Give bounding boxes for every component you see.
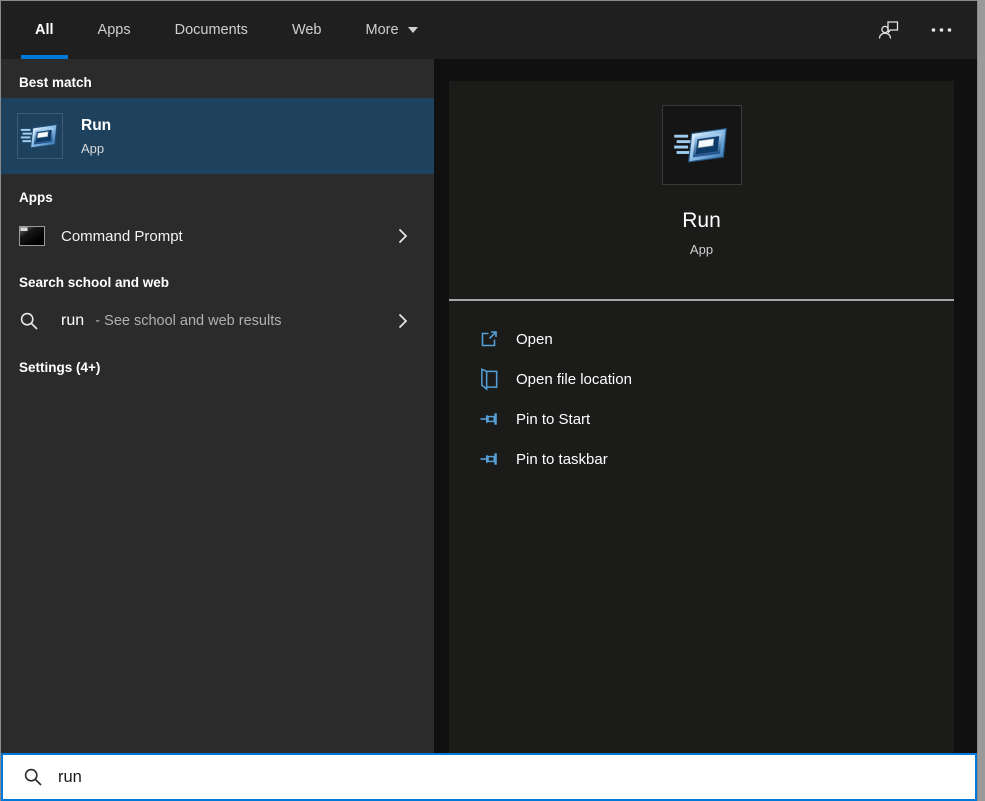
action-label: Pin to Start bbox=[516, 411, 590, 428]
open-file-location-icon bbox=[479, 367, 501, 391]
action-label: Open file location bbox=[516, 371, 632, 388]
best-match-text: Run App bbox=[81, 117, 111, 156]
section-best-match: Best match bbox=[1, 75, 434, 90]
preview-divider bbox=[449, 299, 954, 301]
search-icon bbox=[19, 311, 45, 331]
results-panel: Best match Run App Apps Command Prompt bbox=[1, 59, 434, 753]
action-pin-to-start[interactable]: Pin to Start bbox=[449, 399, 954, 439]
result-command-prompt[interactable]: Command Prompt bbox=[1, 213, 434, 259]
pin-icon bbox=[479, 408, 501, 430]
open-icon bbox=[479, 329, 501, 349]
tab-documents-label: Documents bbox=[175, 22, 248, 38]
best-match-title: Run bbox=[81, 117, 111, 135]
preview-icon-box bbox=[662, 105, 742, 185]
chevron-right-icon[interactable] bbox=[398, 313, 408, 329]
tab-apps-label: Apps bbox=[98, 22, 131, 38]
result-web-search[interactable]: run - See school and web results bbox=[1, 298, 434, 344]
preview-title: Run bbox=[449, 209, 954, 233]
run-icon bbox=[673, 116, 731, 174]
tab-documents[interactable]: Documents bbox=[161, 1, 262, 59]
run-icon bbox=[20, 116, 60, 156]
web-search-query: run bbox=[61, 312, 84, 329]
ellipsis-icon[interactable] bbox=[930, 27, 953, 33]
feedback-icon[interactable] bbox=[878, 19, 900, 41]
result-label: Command Prompt bbox=[61, 228, 398, 245]
best-match-type: App bbox=[81, 141, 111, 156]
best-match-result-run[interactable]: Run App bbox=[1, 98, 434, 174]
web-search-label: run - See school and web results bbox=[61, 312, 398, 330]
action-label: Open bbox=[516, 331, 553, 348]
action-open-file-location[interactable]: Open file location bbox=[449, 359, 954, 399]
caret-down-icon bbox=[408, 27, 418, 33]
active-tab-underline bbox=[21, 55, 68, 59]
tab-all[interactable]: All bbox=[21, 1, 68, 59]
section-settings: Settings (4+) bbox=[1, 360, 434, 375]
tab-web[interactable]: Web bbox=[278, 1, 336, 59]
tab-web-label: Web bbox=[292, 22, 322, 38]
search-filter-tabs: All Apps Documents Web More bbox=[1, 1, 977, 59]
action-open[interactable]: Open bbox=[449, 319, 954, 359]
tab-more-label: More bbox=[366, 22, 399, 38]
preview-card: Run App Open Open file location bbox=[449, 81, 954, 753]
tab-all-label: All bbox=[35, 22, 54, 38]
command-prompt-icon bbox=[19, 226, 45, 246]
run-icon-box bbox=[17, 113, 63, 159]
search-results-area: Best match Run App Apps Command Prompt bbox=[1, 59, 977, 753]
section-apps: Apps bbox=[1, 190, 434, 205]
section-web-search: Search school and web bbox=[1, 275, 434, 290]
search-flyout-window: All Apps Documents Web More Best bbox=[0, 0, 978, 801]
pin-icon bbox=[479, 448, 501, 470]
action-pin-to-taskbar[interactable]: Pin to taskbar bbox=[449, 439, 954, 479]
web-search-suffix: - See school and web results bbox=[95, 313, 281, 329]
search-bar[interactable] bbox=[1, 753, 977, 801]
header-icons bbox=[878, 1, 953, 59]
search-input[interactable] bbox=[58, 768, 975, 787]
tab-apps[interactable]: Apps bbox=[84, 1, 145, 59]
preview-panel: Run App Open Open file location bbox=[434, 59, 977, 753]
action-label: Pin to taskbar bbox=[516, 451, 608, 468]
preview-actions: Open Open file location Pin to Start bbox=[449, 319, 954, 479]
chevron-right-icon[interactable] bbox=[398, 228, 408, 244]
search-icon bbox=[23, 767, 43, 787]
tab-more[interactable]: More bbox=[352, 1, 432, 59]
desktop-edge bbox=[978, 0, 985, 801]
preview-subtitle: App bbox=[449, 242, 954, 257]
